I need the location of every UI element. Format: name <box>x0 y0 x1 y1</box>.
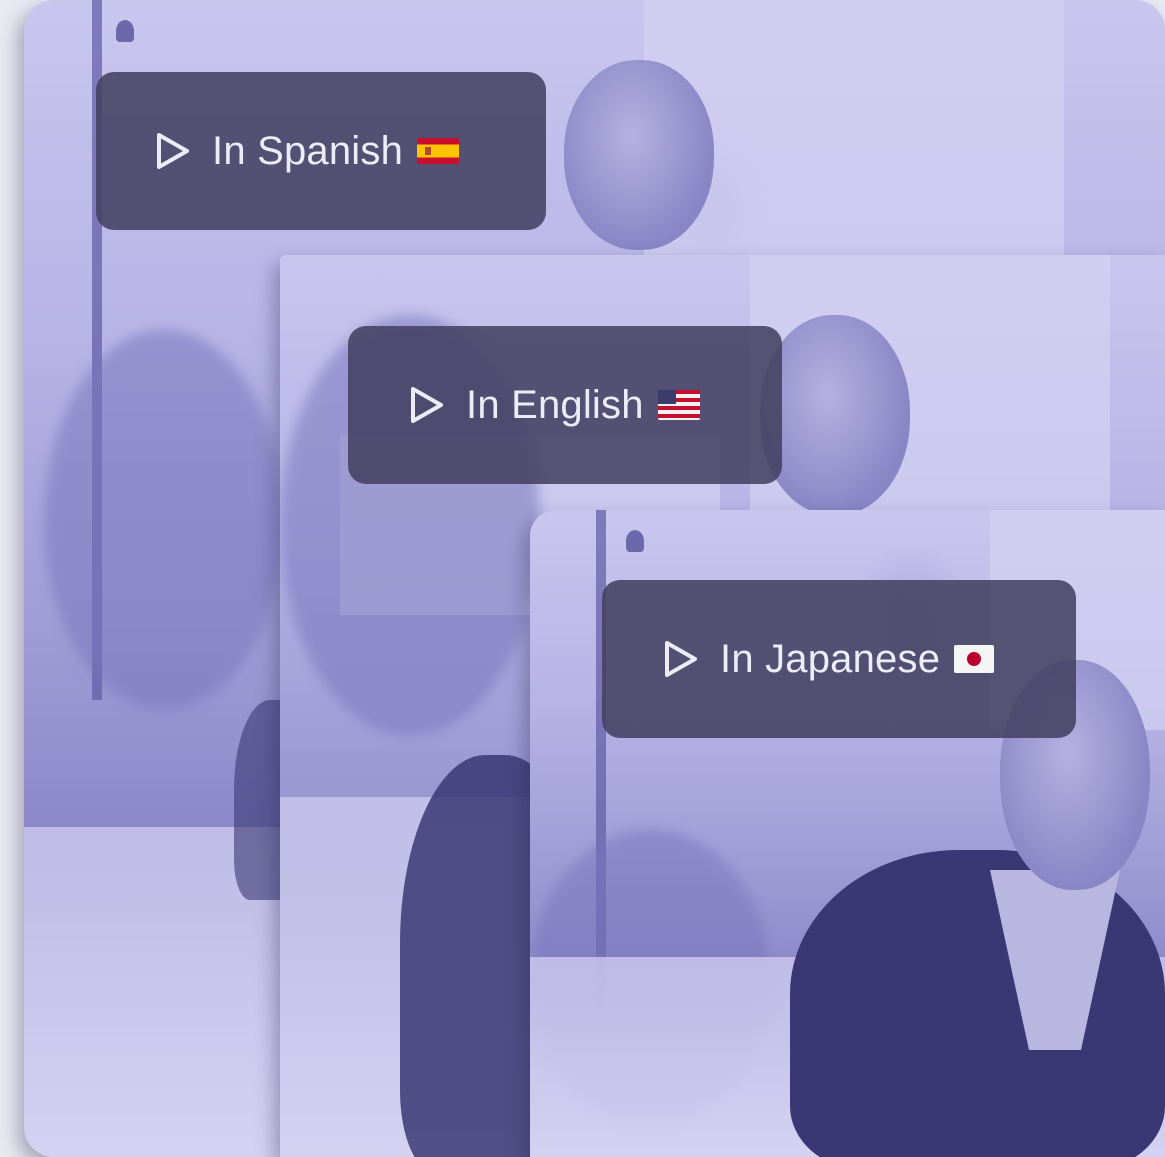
button-label: In Japanese <box>720 636 941 681</box>
button-label: In English <box>466 382 644 427</box>
spain-flag-icon <box>417 138 460 164</box>
play-icon <box>664 640 698 678</box>
play-icon <box>410 386 444 424</box>
us-flag-icon <box>657 390 700 420</box>
japan-flag-icon <box>954 645 995 673</box>
play-icon <box>156 132 190 170</box>
play-in-english-button[interactable]: In English <box>348 326 782 484</box>
button-label: In Spanish <box>212 128 404 173</box>
play-in-spanish-button[interactable]: In Spanish <box>96 72 546 230</box>
video-card-stack: In Spanish In English In Japanese <box>0 0 1165 1157</box>
play-in-japanese-button[interactable]: In Japanese <box>602 580 1076 738</box>
